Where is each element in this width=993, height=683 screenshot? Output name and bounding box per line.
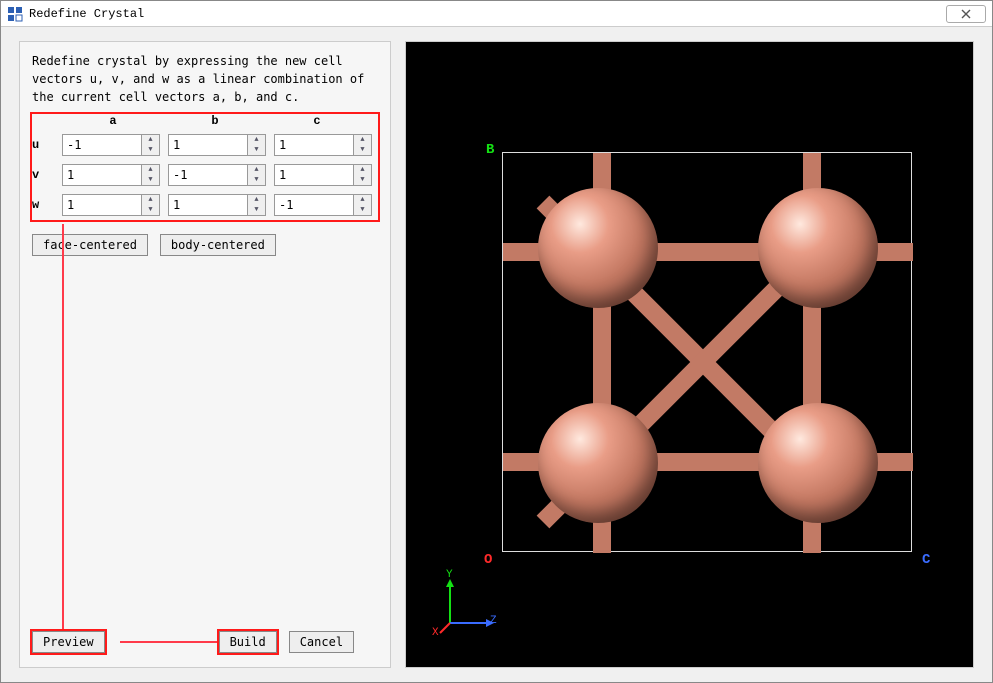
build-button[interactable]: Build <box>219 631 277 653</box>
crystal-scene: B C O Y Z X <box>416 52 963 657</box>
row-label-u: u <box>32 138 62 152</box>
row-label-v: v <box>32 168 62 182</box>
w-b-input[interactable] <box>168 194 248 216</box>
spinner-down-icon[interactable]: ▼ <box>354 205 371 215</box>
u-b-input[interactable] <box>168 134 248 156</box>
app-icon <box>7 6 23 22</box>
spinner-up-icon[interactable]: ▲ <box>354 135 371 145</box>
coord-label-z: Z <box>490 615 497 627</box>
axis-label-origin: O <box>484 552 492 568</box>
matrix-row-v: v ▲▼ ▲▼ ▲▼ <box>32 162 378 188</box>
w-b-stepper[interactable]: ▲▼ <box>248 194 266 216</box>
atom <box>538 188 658 308</box>
body-centered-button[interactable]: body-centered <box>160 234 276 256</box>
spinner-down-icon[interactable]: ▼ <box>354 145 371 155</box>
annotation-arrow-down <box>62 224 64 644</box>
v-a-input[interactable] <box>62 164 142 186</box>
title-bar: Redefine Crystal <box>1 1 992 27</box>
v-b-input[interactable] <box>168 164 248 186</box>
close-button[interactable] <box>946 5 986 23</box>
v-b-stepper[interactable]: ▲▼ <box>248 164 266 186</box>
col-header-c: c <box>266 114 368 128</box>
spinner-up-icon[interactable]: ▲ <box>248 165 265 175</box>
spinner-up-icon[interactable]: ▲ <box>354 195 371 205</box>
redefine-crystal-dialog: Redefine Crystal Redefine crystal by exp… <box>0 0 993 683</box>
u-b-stepper[interactable]: ▲▼ <box>248 134 266 156</box>
description-text: Redefine crystal by expressing the new c… <box>32 52 380 106</box>
spinner-down-icon[interactable]: ▼ <box>142 145 159 155</box>
spinner-up-icon[interactable]: ▲ <box>248 195 265 205</box>
crystal-viewer[interactable]: B C O Y Z X <box>405 41 974 668</box>
w-c-stepper[interactable]: ▲▼ <box>354 194 372 216</box>
axis-label-b: B <box>486 142 494 158</box>
parameters-panel: Redefine crystal by expressing the new c… <box>19 41 391 668</box>
atom <box>538 403 658 523</box>
v-a-stepper[interactable]: ▲▼ <box>142 164 160 186</box>
spinner-up-icon[interactable]: ▲ <box>142 195 159 205</box>
atom <box>758 188 878 308</box>
u-a-stepper[interactable]: ▲▼ <box>142 134 160 156</box>
window-title: Redefine Crystal <box>29 7 946 21</box>
spinner-down-icon[interactable]: ▼ <box>142 175 159 185</box>
preview-button[interactable]: Preview <box>32 631 105 653</box>
spinner-up-icon[interactable]: ▲ <box>142 135 159 145</box>
spinner-down-icon[interactable]: ▼ <box>248 145 265 155</box>
coord-label-x: X <box>432 627 439 639</box>
matrix-row-w: w ▲▼ ▲▼ ▲▼ <box>32 192 378 218</box>
w-c-input[interactable] <box>274 194 354 216</box>
spinner-up-icon[interactable]: ▲ <box>248 135 265 145</box>
u-c-input[interactable] <box>274 134 354 156</box>
col-header-b: b <box>164 114 266 128</box>
close-icon <box>960 9 972 19</box>
u-c-stepper[interactable]: ▲▼ <box>354 134 372 156</box>
u-a-input[interactable] <box>62 134 142 156</box>
spinner-down-icon[interactable]: ▼ <box>354 175 371 185</box>
face-centered-button[interactable]: face-centered <box>32 234 148 256</box>
spinner-down-icon[interactable]: ▼ <box>142 205 159 215</box>
spinner-up-icon[interactable]: ▲ <box>142 165 159 175</box>
axis-label-c: C <box>922 552 930 568</box>
transformation-matrix: a b c u ▲▼ ▲▼ ▲▼ v ▲▼ ▲▼ ▲▼ w <box>32 114 378 218</box>
col-header-a: a <box>62 114 164 128</box>
unit-cell-outline <box>502 152 912 552</box>
w-a-stepper[interactable]: ▲▼ <box>142 194 160 216</box>
matrix-column-headers: a b c <box>32 114 378 128</box>
coordinate-axes-gizmo: Y Z X <box>438 575 498 635</box>
v-c-input[interactable] <box>274 164 354 186</box>
spinner-up-icon[interactable]: ▲ <box>354 165 371 175</box>
matrix-row-u: u ▲▼ ▲▼ ▲▼ <box>32 132 378 158</box>
spinner-down-icon[interactable]: ▼ <box>248 205 265 215</box>
coord-label-y: Y <box>446 569 453 581</box>
cancel-button[interactable]: Cancel <box>289 631 354 653</box>
v-c-stepper[interactable]: ▲▼ <box>354 164 372 186</box>
atom <box>758 403 878 523</box>
row-label-w: w <box>32 198 62 212</box>
spinner-down-icon[interactable]: ▼ <box>248 175 265 185</box>
w-a-input[interactable] <box>62 194 142 216</box>
